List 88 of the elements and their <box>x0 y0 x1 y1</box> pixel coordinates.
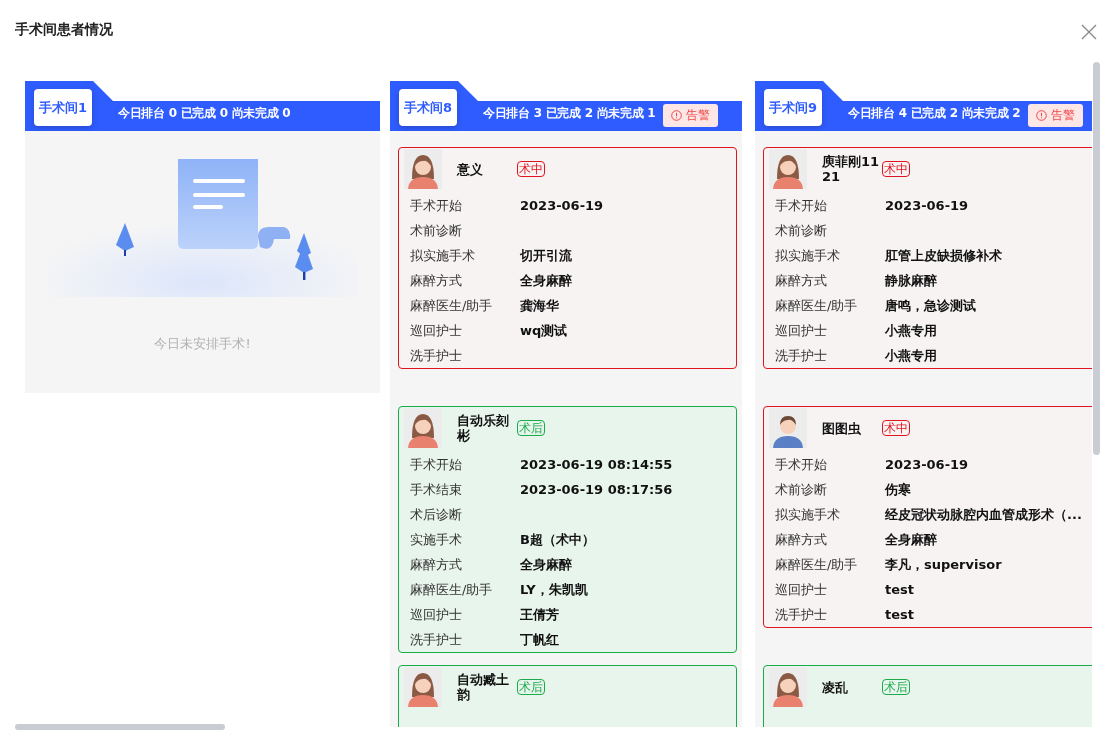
field-label: 麻醉方式 <box>410 271 463 290</box>
room-tab[interactable]: 手术间1 <box>34 89 93 126</box>
field-label: 巡回护士 <box>775 580 828 599</box>
field-value: 2023-06-19 08:17:56 <box>520 482 673 497</box>
field-label: 手术开始 <box>410 196 463 215</box>
field-label: 麻醉医生/助手 <box>775 296 859 315</box>
field-value: 2023-06-19 <box>520 198 604 213</box>
avatar-icon <box>404 149 442 189</box>
patient-name: 凌乱 <box>822 679 849 695</box>
patient-card[interactable]: 图图虫 术中 手术开始 2023-06-19 术前诊断 伤寒 拟实施手术 经皮冠状动脉腔内血管成形术（... 麻醉方式 全身麻醉 麻醉医生/助手 李凡，supervisor 巡回护士 test 洗手护士 test <box>763 406 1092 628</box>
field-label: 洗手护士 <box>775 346 828 365</box>
field-label: 术前诊断 <box>775 221 828 240</box>
avatar-icon <box>769 149 807 189</box>
field-value: B超（术中） <box>520 530 595 549</box>
empty-message: 今日未安排手术! <box>154 335 251 353</box>
field-label: 巡回护士 <box>410 321 463 340</box>
field-label: 术前诊断 <box>410 221 463 240</box>
alert-icon <box>671 110 683 121</box>
field-value: 伤寒 <box>885 480 911 499</box>
field-value: 王倩芳 <box>520 605 559 624</box>
field-value: 小燕专用 <box>885 346 937 365</box>
status-tag: 术中 <box>882 161 910 177</box>
field-value: 唐鸣，急诊测试 <box>885 296 976 315</box>
patient-card[interactable]: 意义 术中 手术开始 2023-06-19 术前诊断 拟实施手术 切开引流 麻醉方式 全身麻醉 麻醉医生/助手 龚海华 巡回护士 wq测试 洗手护士 <box>398 147 737 369</box>
avatar-icon <box>404 667 442 707</box>
field-label: 巡回护士 <box>775 321 828 340</box>
field-label: 麻醉医生/助手 <box>775 555 859 574</box>
room-stats: 今日排台 3 已完成 2 尚未完成 1 <box>483 105 656 122</box>
field-label: 术后诊断 <box>410 505 463 524</box>
field-value: 龚海华 <box>520 296 559 315</box>
field-value: 全身麻醉 <box>520 555 572 574</box>
field-value: 静脉麻醉 <box>885 271 937 290</box>
status-tag: 术中 <box>882 420 910 436</box>
avatar-icon <box>769 667 807 707</box>
patient-name: 庾菲刚1121 <box>822 154 881 184</box>
field-label: 拟实施手术 <box>410 246 476 265</box>
field-label: 实施手术 <box>410 530 463 549</box>
field-label: 麻醉医生/助手 <box>410 580 494 599</box>
field-label: 拟实施手术 <box>775 246 841 265</box>
status-tag: 术后 <box>882 679 910 695</box>
field-value: 2023-06-19 <box>885 198 969 213</box>
field-value: 2023-06-19 08:14:55 <box>520 457 673 472</box>
field-label: 麻醉方式 <box>775 530 828 549</box>
field-label: 手术开始 <box>775 196 828 215</box>
field-value: test <box>885 582 914 597</box>
field-value: 全身麻醉 <box>520 271 572 290</box>
status-tag: 术后 <box>517 420 545 436</box>
field-value: test <box>885 607 914 622</box>
dialog-title: 手术间患者情况 <box>15 21 113 39</box>
field-value: 李凡，supervisor <box>885 555 1002 574</box>
status-tag: 术后 <box>517 679 545 695</box>
field-label: 麻醉方式 <box>410 555 463 574</box>
vertical-scrollbar[interactable] <box>1093 62 1100 455</box>
close-icon[interactable] <box>1081 24 1097 40</box>
field-label: 巡回护士 <box>410 605 463 624</box>
room-stats: 今日排台 0 已完成 0 尚未完成 0 <box>118 105 291 122</box>
field-value: 小燕专用 <box>885 321 937 340</box>
patient-name: 图图虫 <box>822 420 862 436</box>
field-value: LY，朱凯凯 <box>520 580 588 599</box>
status-tag: 术中 <box>517 161 545 177</box>
field-value: 2023-06-19 <box>885 457 969 472</box>
field-label: 术前诊断 <box>775 480 828 499</box>
patient-name: 自动乐刻彬 <box>457 413 510 443</box>
field-label: 洗手护士 <box>410 630 463 649</box>
avatar-icon <box>769 408 807 448</box>
field-label: 洗手护士 <box>775 605 828 624</box>
room-tab[interactable]: 手术间8 <box>399 89 458 126</box>
field-value: 切开引流 <box>520 246 572 265</box>
field-label: 麻醉医生/助手 <box>410 296 494 315</box>
avatar-icon <box>404 408 442 448</box>
field-value: wq测试 <box>520 321 568 340</box>
patient-name: 意义 <box>457 161 484 177</box>
field-value: 丁帆红 <box>520 630 559 649</box>
room-stats: 今日排台 4 已完成 2 尚未完成 2 <box>848 105 1021 122</box>
field-label: 拟实施手术 <box>775 505 841 524</box>
field-label: 手术开始 <box>775 455 828 474</box>
field-value: 经皮冠状动脉腔内血管成形术（... <box>885 505 1082 524</box>
field-value: 全身麻醉 <box>885 530 937 549</box>
field-label: 洗手护士 <box>410 346 463 365</box>
field-label: 麻醉方式 <box>775 271 828 290</box>
field-value: 肛管上皮缺损修补术 <box>885 246 1002 265</box>
field-label: 手术开始 <box>410 455 463 474</box>
room-tab[interactable]: 手术间9 <box>764 89 823 126</box>
patient-card[interactable]: 凌乱 术后 <box>763 665 1092 727</box>
field-label: 手术结束 <box>410 480 463 499</box>
alert-icon <box>1036 110 1048 121</box>
horizontal-scrollbar[interactable] <box>15 724 225 730</box>
patient-name: 自动臧土韵 <box>457 672 510 702</box>
